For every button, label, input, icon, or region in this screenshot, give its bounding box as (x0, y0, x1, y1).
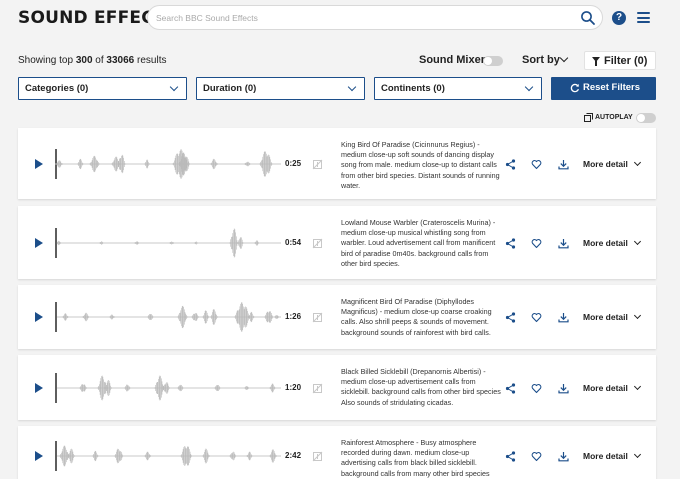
result-row: 0:54 Lowland Mouse Warbler (Crateroscelis… (18, 206, 656, 279)
add-to-mixer-icon[interactable] (312, 312, 323, 323)
share-icon[interactable] (505, 158, 516, 170)
menu-icon[interactable] (637, 12, 650, 23)
play-icon[interactable] (35, 451, 43, 461)
more-detail-button[interactable]: More detail (583, 383, 628, 393)
download-icon[interactable] (558, 451, 569, 462)
play-icon[interactable] (35, 382, 43, 393)
download-icon[interactable] (558, 383, 569, 394)
chevron-down-icon[interactable] (633, 311, 642, 320)
waveform[interactable] (55, 300, 283, 334)
site-header: SOUND EFFECTS ? (0, 0, 680, 38)
description[interactable]: Lowland Mouse Warbler (Crateroscelis Mur… (341, 218, 503, 269)
waveform[interactable] (55, 371, 283, 405)
chevron-down-icon[interactable] (559, 53, 569, 63)
filter-button[interactable]: Filter (0) (584, 51, 656, 70)
more-detail-button[interactable]: More detail (583, 159, 628, 169)
more-detail-button[interactable]: More detail (583, 451, 628, 461)
favourite-icon[interactable] (531, 383, 542, 394)
search-bar[interactable] (147, 5, 603, 30)
chevron-down-icon[interactable] (633, 158, 642, 166)
chevron-down-icon[interactable] (633, 450, 642, 459)
autoplay-icon (584, 113, 593, 122)
description[interactable]: Rainforest Atmosphere - Busy atmosphere … (341, 438, 503, 479)
play-icon[interactable] (35, 312, 43, 322)
download-icon[interactable] (558, 312, 569, 323)
play-icon[interactable] (35, 237, 43, 248)
search-input[interactable] (156, 10, 566, 26)
continents-dropdown[interactable]: Continents (0) (374, 77, 542, 100)
description[interactable]: Black Billed Sicklebill (Drepanornis Alb… (341, 367, 503, 408)
help-icon[interactable]: ? (612, 11, 626, 25)
favourite-icon[interactable] (531, 451, 542, 462)
sound-mixer-label: Sound Mixer (419, 54, 486, 66)
favourite-icon[interactable] (531, 312, 542, 323)
download-icon[interactable] (558, 159, 569, 170)
duration-label: 0:25 (285, 158, 302, 168)
add-to-mixer-icon[interactable] (312, 238, 323, 249)
chevron-down-icon[interactable] (633, 382, 642, 390)
results-count: Showing top 300 of 33066 results (18, 55, 167, 66)
description[interactable]: King Bird Of Paradise (Cicinnurus Regius… (341, 140, 503, 191)
autoplay-toggle[interactable] (636, 113, 656, 123)
more-detail-button[interactable]: More detail (583, 238, 628, 248)
chevron-down-icon[interactable] (633, 237, 642, 245)
play-icon[interactable] (35, 158, 43, 169)
waveform[interactable] (55, 439, 283, 473)
duration-label: 1:26 (285, 312, 302, 321)
result-row: 2:42 Rainforest Atmosphere - Busy atmosph… (18, 426, 656, 479)
duration-dropdown[interactable]: Duration (0) (196, 77, 365, 100)
categories-dropdown[interactable]: Categories (0) (18, 77, 187, 100)
sort-by-button[interactable]: Sort by (522, 54, 560, 66)
chevron-down-icon (524, 82, 534, 92)
duration-label: 1:20 (285, 382, 302, 392)
duration-label: 2:42 (285, 451, 302, 460)
favourite-icon[interactable] (531, 238, 542, 249)
add-to-mixer-icon[interactable] (312, 159, 323, 170)
search-icon[interactable] (580, 10, 596, 26)
description[interactable]: Magnificent Bird Of Paradise (Diphyllode… (341, 297, 503, 338)
result-row: 1:26 Magnificent Bird Of Paradise (Diphyl… (18, 285, 656, 349)
result-row: 1:20 Black Billed Sicklebill (Drepanornis… (18, 355, 656, 420)
waveform[interactable] (55, 226, 283, 260)
chevron-down-icon (169, 82, 179, 92)
sound-mixer-toggle[interactable] (483, 56, 503, 66)
download-icon[interactable] (558, 238, 569, 249)
share-icon[interactable] (505, 451, 516, 462)
refresh-icon (570, 83, 580, 93)
duration-label: 0:54 (285, 237, 302, 247)
filter-icon (592, 57, 600, 66)
reset-filters-button[interactable]: Reset Filters (551, 77, 656, 100)
add-to-mixer-icon[interactable] (312, 451, 323, 462)
result-row: 0:25 King Bird Of Paradise (Cicinnurus Re… (18, 128, 656, 199)
share-icon[interactable] (505, 382, 516, 394)
more-detail-button[interactable]: More detail (583, 312, 628, 322)
add-to-mixer-icon[interactable] (312, 383, 323, 394)
chevron-down-icon (347, 82, 357, 92)
favourite-icon[interactable] (531, 159, 542, 170)
share-icon[interactable] (505, 237, 516, 249)
share-icon[interactable] (505, 312, 516, 323)
waveform[interactable] (55, 147, 283, 181)
